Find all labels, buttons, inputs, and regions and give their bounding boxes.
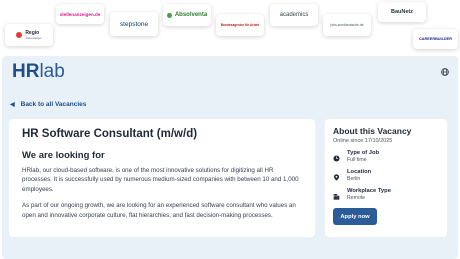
job-description-card: HR Software Consultant (m/w/d) We are lo… [9, 119, 315, 237]
vacancy-info-title: About this Vacancy [333, 126, 412, 136]
logo-stepstone: stepstone [110, 12, 158, 36]
back-to-vacancies-link[interactable]: ◀ Back to all Vacancies [10, 101, 86, 108]
section-title: We are looking for [22, 150, 105, 161]
job-type-label: Type of Job [347, 150, 380, 156]
hrlab-logo[interactable]: HRlab [12, 62, 65, 82]
logo-baunetz-name: BauNetz [390, 9, 413, 15]
job-type-value: Full time [347, 157, 367, 163]
job-paragraph-1: HRlab, our cloud-based software, is one … [22, 167, 299, 193]
logo-stepstone-name: stepstone [119, 20, 149, 28]
location-row: Location Berlin [333, 169, 439, 182]
logo-careerbuilder: CAREERBUILDER [413, 29, 458, 49]
brand-lab: lab [39, 61, 65, 82]
logo-absolventa-name: Absolventa [174, 12, 208, 18]
location-value: Berlin [347, 176, 361, 182]
job-title: HR Software Consultant (m/w/d) [22, 128, 198, 140]
vacancy-info-card: About this Vacancy Online since 17/10/20… [325, 119, 447, 237]
globe-icon[interactable] [441, 68, 449, 76]
location-pin-icon [333, 174, 340, 181]
logo-stellenanzeigen: stellenanzeigen.de [56, 4, 104, 24]
job-board-logo-strip: Regio Jobanzeiger stellenanzeigen.de step… [0, 0, 460, 58]
logo-academics-name: academics [279, 12, 309, 18]
logo-regio-sub: Jobanzeiger [25, 36, 42, 40]
workplace-label: Workplace Type [347, 188, 391, 194]
workplace-value: Remote [347, 195, 366, 201]
logo-bundesagentur: Bundesagentur für Arbeit [216, 14, 264, 36]
location-label: Location [347, 169, 372, 175]
back-link-label: Back to all Vacancies [20, 101, 87, 108]
logo-baunetz: BauNetz [378, 2, 426, 22]
absolventa-dot-icon [166, 12, 172, 18]
clock-icon [333, 155, 340, 162]
logo-bundesagentur-name: Bundesagentur für Arbeit [220, 23, 260, 27]
brand-hr: HR [12, 61, 40, 82]
logo-careerbuilder-name: CAREERBUILDER [419, 37, 452, 41]
job-type-row: Type of Job Full time [333, 150, 439, 163]
logo-regio-jobanzeiger: Regio Jobanzeiger [5, 24, 53, 46]
workplace-row: Workplace Type Remote [333, 188, 439, 201]
online-since: Online since 17/10/2025 [333, 138, 393, 144]
regio-pin-icon [16, 32, 23, 38]
logo-sueddeutsche: jobs.sueddeutsche.de [323, 14, 371, 36]
logo-academics: academics [270, 4, 318, 26]
logo-sueddeutsche-name: jobs.sueddeutsche.de [330, 23, 364, 27]
logo-absolventa: Absolventa [163, 4, 211, 26]
logo-stellenanzeigen-name: stellenanzeigen.de [59, 11, 101, 17]
job-paragraph-2: As part of our ongoing growth, we are lo… [22, 202, 296, 219]
chevron-left-icon: ◀ [10, 102, 15, 108]
apply-now-button[interactable]: Apply now [333, 208, 377, 225]
building-icon [333, 194, 340, 200]
